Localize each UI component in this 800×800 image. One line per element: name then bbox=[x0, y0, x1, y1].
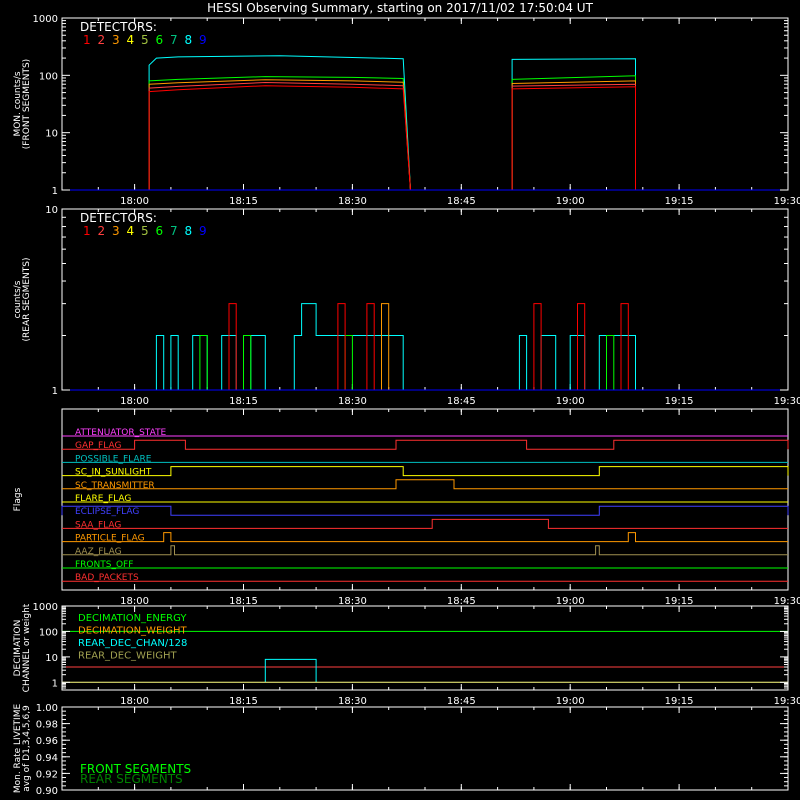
decimation-legend-item: REAR_DEC_WEIGHT bbox=[78, 651, 177, 662]
rear-legend-item: 5 bbox=[141, 224, 149, 238]
rear-x-tick-label: 19:15 bbox=[665, 396, 694, 407]
rear-legend-item: 1 bbox=[83, 224, 91, 238]
front-legend-item: 7 bbox=[170, 33, 178, 47]
decimation-legend-item: DECIMATION_ENERGY bbox=[78, 613, 187, 624]
rear-legend-item: 8 bbox=[185, 224, 193, 238]
decimation-y-tick-label: 1000 bbox=[33, 602, 58, 613]
flag-label: ECLIPSE_FLAG bbox=[75, 507, 139, 517]
livetime-legend-item: REAR SEGMENTS bbox=[80, 772, 183, 786]
decimation-x-tick-label: 19:15 bbox=[665, 696, 694, 707]
front-y-tick-label: 100 bbox=[39, 71, 58, 82]
decimation-x-tick-label: 18:30 bbox=[338, 696, 367, 707]
decimation-y-tick-label: 100 bbox=[39, 627, 58, 638]
front-x-tick-label: 18:30 bbox=[338, 196, 367, 207]
livetime-y-tick-label: 0.90 bbox=[36, 786, 58, 797]
rear-x-tick-label: 18:15 bbox=[229, 396, 258, 407]
front-x-tick-label: 19:30 bbox=[774, 196, 800, 207]
flags-x-tick-label: 18:45 bbox=[447, 596, 476, 607]
front-x-tick-label: 19:00 bbox=[556, 196, 585, 207]
livetime-y-tick-label: 1.00 bbox=[36, 703, 58, 714]
decimation-x-tick-label: 18:45 bbox=[447, 696, 476, 707]
flag-label: SC_IN_SUNLIGHT bbox=[75, 468, 152, 478]
flag-label: FRONTS_OFF bbox=[75, 560, 133, 570]
front-x-tick-label: 19:15 bbox=[665, 196, 694, 207]
rear-legend-item: 2 bbox=[98, 224, 106, 238]
front-legend-title: DETECTORS: bbox=[80, 20, 157, 34]
front-legend-item: 6 bbox=[156, 33, 164, 47]
decimation-x-tick-label: 19:30 bbox=[774, 696, 800, 707]
flag-label: SAA_FLAG bbox=[75, 520, 121, 530]
rear-y-label: (REAR SEGMENTS) bbox=[22, 257, 32, 341]
rear-x-tick-label: 19:00 bbox=[556, 396, 585, 407]
decimation-legend-item: DECIMATION_WEIGHT bbox=[78, 626, 187, 637]
rear-legend-item: 9 bbox=[199, 224, 207, 238]
livetime-y-tick-label: 0.92 bbox=[36, 769, 58, 780]
front-x-tick-label: 18:00 bbox=[120, 196, 149, 207]
decimation-y-tick-label: 1 bbox=[52, 678, 58, 689]
front-y-tick-label: 1 bbox=[52, 186, 58, 197]
livetime-y-tick-label: 0.98 bbox=[36, 720, 58, 731]
rear-legend-title: DETECTORS: bbox=[80, 211, 157, 225]
rear-x-tick-label: 18:45 bbox=[447, 396, 476, 407]
front-legend-item: 4 bbox=[127, 33, 135, 47]
front-legend-item: 2 bbox=[98, 33, 106, 47]
flag-label: PARTICLE_FLAG bbox=[75, 534, 145, 544]
decimation-y-tick-label: 10 bbox=[45, 653, 58, 664]
flag-label: POSSIBLE_FLARE bbox=[75, 454, 152, 464]
livetime-y-label: avg of D1,3,4,5,6,9 bbox=[22, 705, 32, 792]
rear-legend-item: 6 bbox=[156, 224, 164, 238]
front-legend-item: 3 bbox=[112, 33, 120, 47]
rear-y-tick-label: 10 bbox=[45, 205, 58, 216]
flag-label: BAD_PACKETS bbox=[75, 573, 139, 583]
front-x-tick-label: 18:45 bbox=[447, 196, 476, 207]
livetime-y-tick-label: 0.94 bbox=[36, 753, 58, 764]
rear-legend-item: 3 bbox=[112, 224, 120, 238]
decimation-x-tick-label: 19:00 bbox=[556, 696, 585, 707]
flag-label: SC_TRANSMITTER bbox=[75, 481, 155, 491]
decimation-y-label: CHANNEL or weight bbox=[22, 603, 32, 692]
rear-legend-item: 4 bbox=[127, 224, 135, 238]
hessi-summary-chart: HESSI Observing Summary, starting on 201… bbox=[0, 0, 800, 800]
flag-label: ATTENUATOR_STATE bbox=[75, 428, 167, 438]
front-legend-item: 9 bbox=[199, 33, 207, 47]
rear-legend-item: 7 bbox=[170, 224, 178, 238]
rear-y-tick-label: 1 bbox=[52, 386, 58, 397]
chart-title: HESSI Observing Summary, starting on 201… bbox=[207, 1, 593, 15]
rear-x-tick-label: 18:00 bbox=[120, 396, 149, 407]
decimation-x-tick-label: 18:15 bbox=[229, 696, 258, 707]
decimation-legend-item: REAR_DEC_CHAN/128 bbox=[78, 638, 187, 649]
rear-x-tick-label: 18:30 bbox=[338, 396, 367, 407]
front-legend-item: 5 bbox=[141, 33, 149, 47]
flag-label: GAP_FLAG bbox=[75, 441, 121, 451]
flags-x-tick-label: 19:00 bbox=[556, 596, 585, 607]
flag-label: AAZ_FLAG bbox=[75, 547, 122, 557]
front-y-tick-label: 10 bbox=[45, 129, 58, 140]
front-y-label: (FRONT SEGMENTS) bbox=[22, 59, 32, 149]
flag-label: FLARE_FLAG bbox=[75, 494, 131, 504]
livetime-y-tick-label: 0.96 bbox=[36, 736, 58, 747]
front-legend-item: 1 bbox=[83, 33, 91, 47]
flags-x-tick-label: 19:15 bbox=[665, 596, 694, 607]
front-y-tick-label: 1000 bbox=[33, 14, 58, 25]
flags-x-tick-label: 18:15 bbox=[229, 596, 258, 607]
flags-y-label: Flags bbox=[13, 487, 23, 511]
decimation-x-tick-label: 18:00 bbox=[120, 696, 149, 707]
front-legend-item: 8 bbox=[185, 33, 193, 47]
flags-x-tick-label: 18:00 bbox=[120, 596, 149, 607]
flags-x-tick-label: 19:30 bbox=[774, 596, 800, 607]
front-x-tick-label: 18:15 bbox=[229, 196, 258, 207]
flags-x-tick-label: 18:30 bbox=[338, 596, 367, 607]
rear-x-tick-label: 19:30 bbox=[774, 396, 800, 407]
